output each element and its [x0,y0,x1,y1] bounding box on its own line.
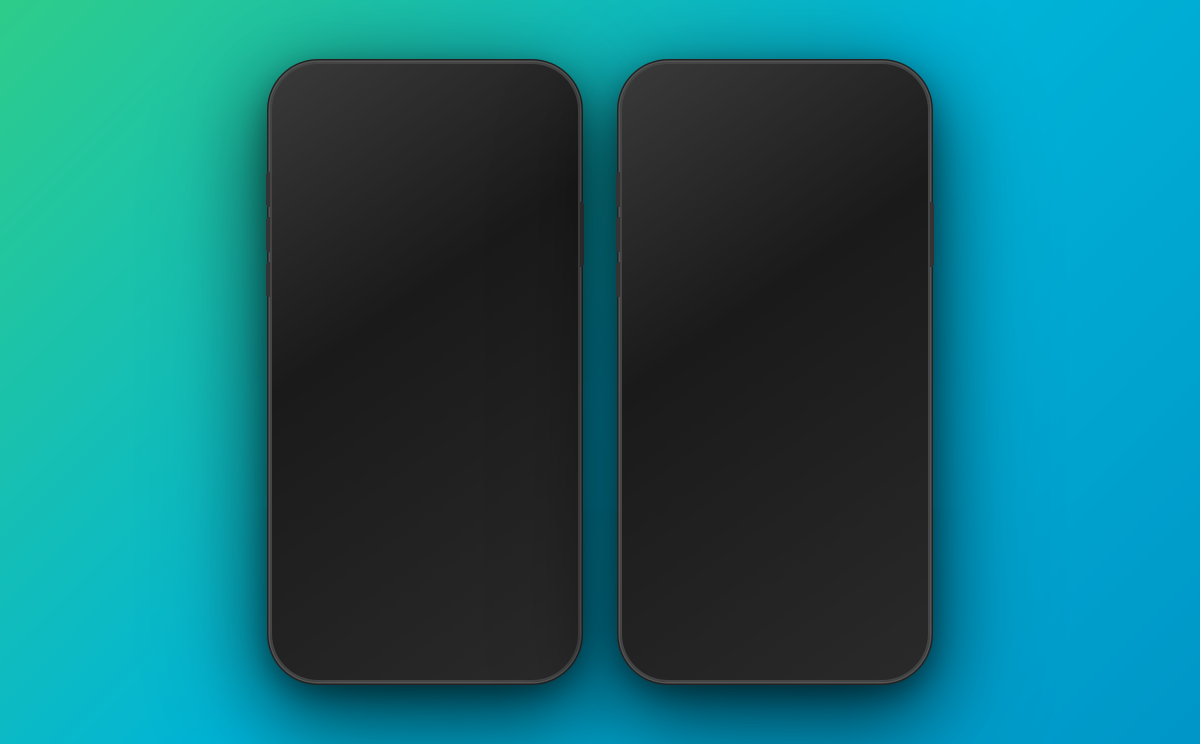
phone-1-input-placeholder: iMessage [377,630,437,646]
phone-2-notch [705,70,845,98]
signal-bar-2 [842,96,845,102]
battery-fill-1 [531,94,545,100]
phone-2-battery-icon [878,92,900,103]
phone-2-contact-info[interactable]: Lauren > [750,120,800,180]
phone-2-wifi-icon [859,90,873,105]
phone-2-apps-btn[interactable] [676,623,706,653]
phone-2-name-text: Lauren [750,165,790,180]
phone-1-message-type: iMessage [278,207,572,219]
phone-1-name-chevron: > [437,166,444,180]
phone-2-message-type: Text Message [628,207,922,219]
phone-2-timestamp: Text Message Today 9:38 AM [628,207,922,231]
phone-1-input-bar: iMessage [278,613,572,674]
send-arrow-icon [891,629,903,646]
phone-2-name-chevron: > [793,166,800,180]
phone-2: 9:41 [620,62,930,682]
phone-1-status-icons [488,90,551,105]
phone-1-mic-icon [535,628,549,649]
signal-bar-1 [488,98,491,102]
signal-bar-3 [497,94,500,102]
phone-1-bubble-container: Can I call you back later? I'm at an app… [278,243,572,328]
phone-2-signal [838,92,855,102]
phone-1-signal [488,92,505,102]
phone-1: 9:41 [270,62,580,682]
phone-1-contact-name: Jane > [406,165,443,180]
phone-1-name-text: Jane [406,165,434,180]
battery-fill-2 [881,94,895,100]
phone-2-speaker [739,81,794,87]
phone-1-message-bubble: Can I call you back later? I'm at an app… [359,243,559,328]
phone-1-screen: 9:41 [278,70,572,674]
phone-2-input-placeholder: Text Message [727,630,813,646]
phone-1-nav-header: ‹ Jane > [278,114,572,191]
phone-2-avatar [754,120,796,162]
phone-1-message-date: Today 9:38 AM [278,219,572,231]
phone-2-screen: 9:41 [628,70,922,674]
phone-2-input-field[interactable]: Text Message [714,622,874,654]
phone-2-message-bubble: Frank is in town and free for dinner ton… [709,243,909,349]
phone-1-timestamp: iMessage Today 9:38 AM [278,207,572,231]
phone-1-wifi-icon [509,90,523,105]
phone-1-speaker [389,81,444,87]
phone-1-time: 9:41 [300,89,329,106]
phone-2-input-bar: Text Message [628,613,922,674]
phone-2-time: 9:41 [650,89,679,106]
phone-1-camera [452,79,462,89]
phone-2-nav-header: ‹ Lauren > [628,114,922,191]
phone-1-back-button[interactable]: ‹ [292,137,299,163]
signal-bar-1 [838,98,841,102]
signal-bar-4 [501,92,504,102]
phone-1-battery-icon [528,92,550,103]
phone-1-message-area: iMessage Today 9:38 AM Can I call you ba… [278,191,572,613]
phone-1-camera-btn[interactable] [288,623,318,653]
phone-2-message-date: Today 9:38 AM [628,219,922,231]
phone-2-send-button[interactable] [882,623,912,653]
phone-1-notch [355,70,495,98]
phone-2-status-icons [838,90,901,105]
signal-bar-3 [847,94,850,102]
phone-2-camera-btn[interactable] [638,623,668,653]
signal-bar-2 [492,96,495,102]
phone-2-back-button[interactable]: ‹ [642,137,649,163]
phone-1-input-field[interactable]: iMessage [364,622,562,654]
phone-1-avatar [404,120,446,162]
signal-bar-4 [851,92,854,102]
phone-2-contact-name: Lauren > [750,165,800,180]
phone-2-bubble-container: Frank is in town and free for dinner ton… [628,243,922,349]
phone-2-message-area: Text Message Today 9:38 AM Frank is in t… [628,191,922,613]
phone-2-camera [802,79,812,89]
phone-1-contact-info[interactable]: Jane > [404,120,446,180]
phone-1-apps-btn[interactable] [326,623,356,653]
